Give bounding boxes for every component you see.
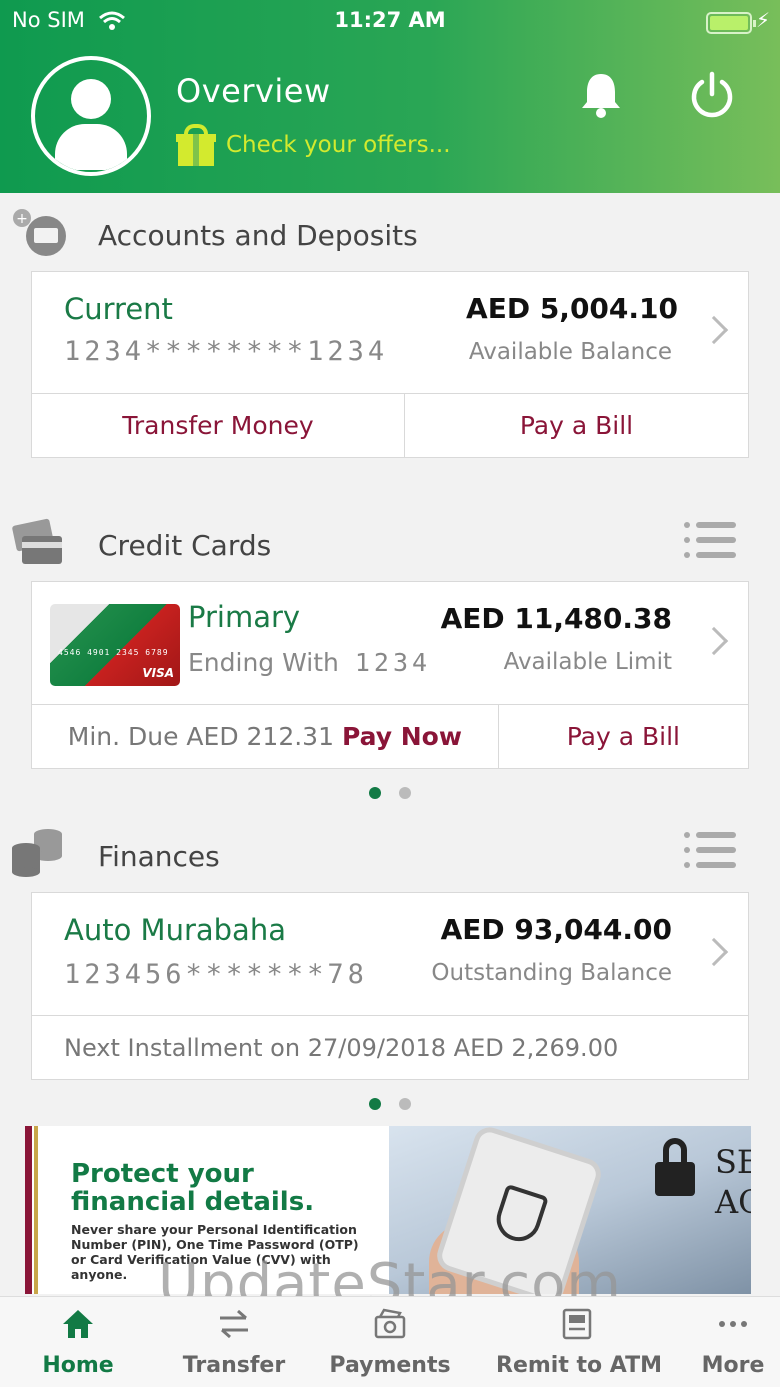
section-title-finances: Finances [98,840,220,873]
finance-name: Auto Murabaha [64,913,286,947]
card-actions: Min. Due AED 212.31 Pay Now Pay a Bill [31,705,749,769]
card-pay-bill-button[interactable]: Pay a Bill [499,705,748,768]
status-bar: No SIM 11:27 AM ⚡ [0,6,780,36]
section-title-accounts: Accounts and Deposits [98,219,418,252]
logout-power-icon[interactable] [688,70,736,120]
visa-logo: VISA [142,666,174,680]
credit-card-primary[interactable]: 4546 4901 2345 6789 VISA Primary Ending … [31,581,749,705]
account-actions: Transfer Money Pay a Bill [31,394,749,458]
finance-card-auto-murabaha[interactable]: Auto Murabaha 123456*******78 AED 93,044… [31,892,749,1016]
svg-text:+: + [16,211,28,227]
min-due-text: Min. Due AED 212.31 [67,722,334,751]
account-balance-label: Available Balance [468,339,672,365]
section-title-credit-cards: Credit Cards [98,529,272,562]
pay-now-button[interactable]: Min. Due AED 212.31 Pay Now [32,705,499,768]
more-icon [719,1321,747,1327]
coin-stack-icon [12,829,62,877]
home-icon [63,1310,93,1338]
card-pager[interactable] [0,787,780,799]
finance-number: 123456*******78 [64,959,368,990]
next-installment-text: Next Installment on 27/09/2018 AED 2,269… [64,1033,619,1062]
pay-now-label: Pay Now [342,722,462,751]
tab-more[interactable]: More [688,1297,778,1387]
card-limit-amount: AED 11,480.38 [440,602,672,635]
avatar[interactable] [31,56,151,176]
offers-link[interactable]: Check your offers... [176,124,451,166]
status-time: 11:27 AM [334,8,446,32]
card-image: 4546 4901 2345 6789 VISA [50,604,180,686]
card-ending: Ending With 1234 [188,648,432,677]
account-card-current[interactable]: Current 1234********1234 AED 5,004.10 Av… [31,271,749,394]
offers-label: Check your offers... [226,132,451,158]
tab-home[interactable]: Home [18,1297,138,1387]
battery-icon [706,12,756,34]
finance-amount-label: Outstanding Balance [431,960,672,986]
chevron-right-icon [699,626,729,656]
padlock-icon [655,1138,695,1198]
deposit-coins-icon: + [13,209,66,256]
banner-headline: Protect your financial details. [71,1159,315,1217]
finance-amount: AED 93,044.00 [440,913,672,946]
page-title: Overview [176,72,331,110]
tab-remit-to-atm[interactable]: Remit to ATM [496,1297,662,1387]
charging-icon: ⚡ [755,8,770,32]
banner-photo-text: SE AC [715,1143,751,1221]
transfer-icon [220,1309,248,1339]
atm-icon [562,1308,592,1340]
list-view-icon[interactable] [684,832,738,872]
finance-info: Next Installment on 27/09/2018 AED 2,269… [31,1016,749,1080]
bottom-tab-bar: Home Transfer Payments Remit to ATM More [0,1296,780,1387]
tab-transfer[interactable]: Transfer [174,1297,294,1387]
notifications-bell-icon[interactable] [578,70,624,120]
transfer-money-button[interactable]: Transfer Money [32,394,405,457]
list-view-icon[interactable] [684,522,738,562]
app-header: No SIM 11:27 AM ⚡ Overview Check your of… [0,0,780,193]
chevron-right-icon [699,937,729,967]
gift-icon [176,124,216,166]
account-name: Current [64,292,173,326]
tab-payments[interactable]: Payments [320,1297,460,1387]
payments-icon [374,1308,406,1339]
pay-bill-button[interactable]: Pay a Bill [405,394,748,457]
chevron-right-icon [699,315,729,345]
card-limit-label: Available Limit [503,649,672,675]
card-name: Primary [188,600,301,634]
credit-card-icon [12,518,62,564]
account-balance: AED 5,004.10 [466,292,678,325]
account-number: 1234********1234 [64,336,389,367]
finance-pager[interactable] [0,1098,780,1110]
